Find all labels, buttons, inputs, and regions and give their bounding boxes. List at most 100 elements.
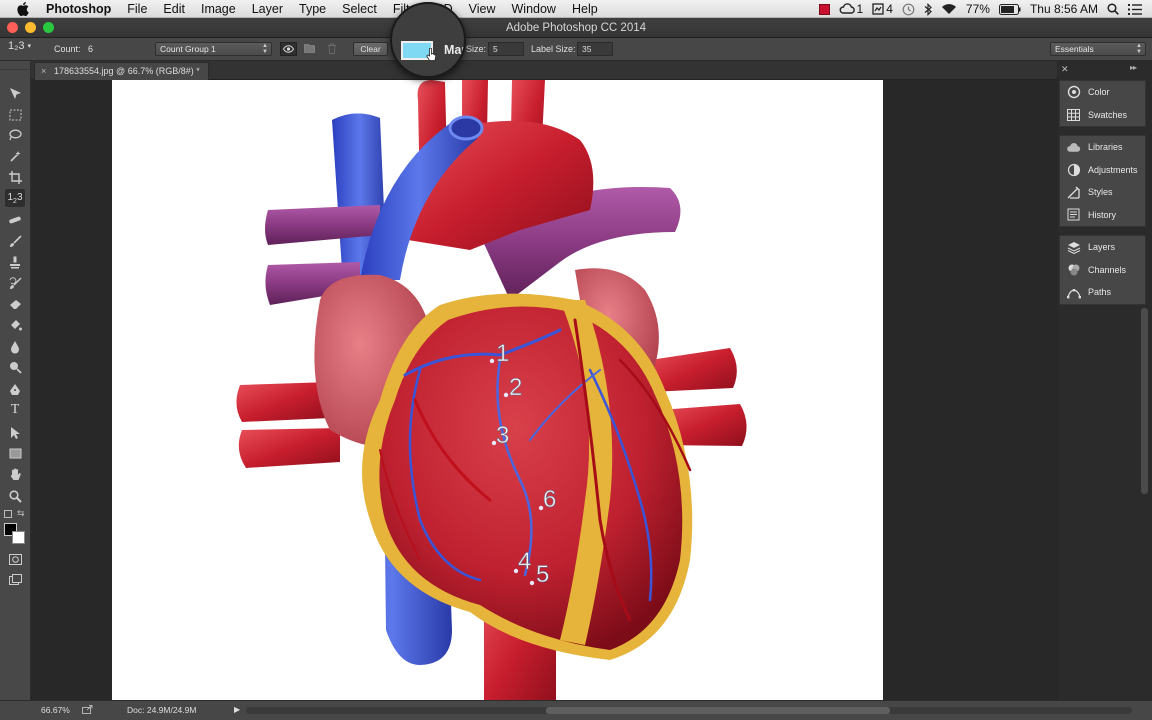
clone-stamp-tool-icon[interactable] [5,253,25,271]
eye-icon [283,45,294,53]
quick-selection-tool-icon[interactable] [5,147,25,165]
lasso-tool-icon[interactable] [5,126,25,144]
close-window-button[interactable] [7,22,18,33]
count-group-value: Count Group 1 [160,44,216,54]
status-menu-arrow-icon[interactable]: ▶ [234,705,240,714]
vertical-scrollbar[interactable] [1141,308,1148,494]
count-label-5: 5 [536,561,549,588]
menu-file[interactable]: File [119,0,155,18]
delete-group-button[interactable] [327,43,337,56]
panel-item-label: Layers [1088,242,1116,253]
time-machine-icon[interactable] [902,3,915,16]
move-tool-icon[interactable] [5,84,25,102]
label-size-label: Label Size: [531,44,576,54]
tool-preset-picker[interactable]: 1₂3 ▾ [8,40,31,52]
close-tab-icon[interactable]: × [41,63,46,80]
document-tab[interactable]: × 178633554.jpg @ 66.7% (RGB/8#) * [34,62,209,80]
document-canvas[interactable]: 1 2 3 4 5 6 [112,80,883,703]
notification-center-icon[interactable] [1128,3,1142,15]
count-group-dropdown[interactable]: Count Group 1 ▲ ▼ [155,42,272,56]
close-dock-icon[interactable]: ✕ [1061,64,1069,75]
history-icon [1066,207,1081,222]
color-wheel-icon [1066,85,1081,100]
path-selection-tool-icon[interactable] [5,423,25,441]
hand-tool-icon[interactable] [5,466,25,484]
panel-item-channels[interactable]: Channels [1060,259,1145,282]
menu-help[interactable]: Help [564,0,606,18]
default-colors-icon[interactable] [4,510,12,518]
count-label-1: 1 [496,340,509,367]
type-tool-icon[interactable]: T [5,401,25,419]
count-tool-icon[interactable]: 123 [5,189,25,207]
toggle-visibility-button[interactable] [280,42,297,56]
panel-grip[interactable] [0,61,30,70]
panel-item-history[interactable]: History [1060,204,1145,227]
zoom-tool-icon[interactable] [5,487,25,505]
paint-bucket-tool-icon[interactable] [5,316,25,334]
share-icon[interactable] [82,705,93,716]
document-size-info[interactable]: Doc: 24.9M/24.9M [127,705,196,715]
spotlight-search-icon[interactable] [1107,3,1119,15]
menu-type[interactable]: Type [291,0,334,18]
notifications-icon[interactable]: 4 [872,2,893,16]
count-dot-1[interactable] [489,358,495,364]
brush-tool-icon[interactable] [5,232,25,250]
clear-button[interactable]: Clear [353,42,388,56]
create-group-button[interactable] [304,43,315,55]
creative-cloud-icon[interactable]: 1 [839,2,863,16]
screen-mode-icon[interactable] [5,570,25,588]
panel-item-label: Libraries [1088,142,1123,153]
menu-layer[interactable]: Layer [244,0,291,18]
count-dot-2[interactable] [503,392,509,398]
panel-item-label: History [1088,209,1117,220]
panel-item-libraries[interactable]: Libraries [1060,136,1145,159]
zoom-level-field[interactable]: 66.67% [41,705,70,715]
menu-app-photoshop[interactable]: Photoshop [38,0,119,18]
workspace-dropdown[interactable]: Essentials ▲ ▼ [1050,42,1146,56]
panel-item-color[interactable]: Color [1060,81,1145,104]
panel-group-libraries: Libraries Adjustments Styles History [1059,135,1146,227]
spot-healing-tool-icon[interactable] [5,211,25,229]
marquee-tool-icon[interactable] [5,106,25,124]
count-dot-5[interactable] [529,580,535,586]
crop-tool-icon[interactable] [5,168,25,186]
hand-pointer-icon [426,48,437,61]
dodge-tool-icon[interactable] [5,358,25,376]
minimize-window-button[interactable] [25,22,36,33]
window-controls [7,22,54,33]
panel-item-adjustments[interactable]: Adjustments [1060,159,1145,182]
panel-item-styles[interactable]: Styles [1060,181,1145,204]
quick-mask-icon[interactable] [5,550,25,568]
pen-tool-icon[interactable] [5,381,25,399]
blur-tool-icon[interactable] [5,338,25,356]
apple-menu-icon[interactable] [14,1,32,16]
battery-percent[interactable]: 77% [966,2,990,16]
wifi-icon[interactable] [941,3,957,15]
history-brush-tool-icon[interactable] [5,274,25,292]
recording-indicator-icon[interactable] [818,3,830,15]
panel-item-paths[interactable]: Paths [1060,281,1145,304]
horizontal-scrollbar-thumb[interactable] [546,707,890,714]
panel-item-layers[interactable]: Layers [1060,236,1145,259]
menu-clock[interactable]: Thu 8:56 AM [1030,2,1098,16]
menu-edit[interactable]: Edit [155,0,193,18]
menu-window[interactable]: Window [504,0,564,18]
marker-size-input[interactable]: 5 [488,42,524,56]
menu-view[interactable]: View [461,0,504,18]
panel-group-color: Color Swatches [1059,80,1146,127]
zoom-window-button[interactable] [43,22,54,33]
collapse-dock-icon[interactable]: ▸▸ [1130,63,1137,72]
label-size-input[interactable]: 35 [577,42,613,56]
chevron-down-icon: ▾ [27,43,32,50]
bluetooth-icon[interactable] [924,2,932,16]
menu-select[interactable]: Select [334,0,385,18]
background-color-swatch[interactable] [12,531,25,544]
panel-item-swatches[interactable]: Swatches [1060,104,1145,127]
marker-size-label-magnified: Mar [444,43,466,57]
menu-image[interactable]: Image [193,0,244,18]
battery-icon[interactable] [998,3,1021,15]
document-tab-bar: × 178633554.jpg @ 66.7% (RGB/8#) * [31,61,1057,80]
eraser-tool-icon[interactable] [5,295,25,313]
rectangle-tool-icon[interactable] [5,444,25,462]
swap-colors-icon[interactable]: ⇆ [17,508,25,519]
